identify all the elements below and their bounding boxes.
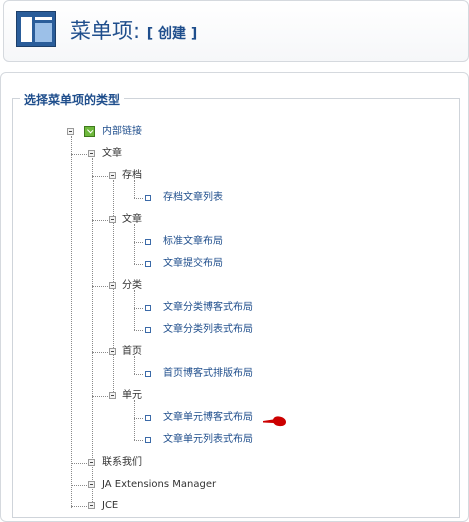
menu-manager-icon bbox=[16, 11, 56, 47]
tree-line bbox=[71, 506, 89, 507]
tree-line bbox=[92, 396, 110, 397]
collapse-toggle[interactable] bbox=[67, 128, 74, 135]
tree-line bbox=[134, 308, 143, 309]
tree-line bbox=[134, 224, 135, 264]
tree-node-ja-extensions[interactable]: JA Extensions Manager bbox=[102, 479, 216, 491]
collapse-toggle[interactable] bbox=[109, 172, 116, 179]
tree-line bbox=[71, 136, 72, 508]
page-subtitle: [ 创建 ] bbox=[146, 26, 198, 42]
tree-node-jce[interactable]: JCE bbox=[102, 500, 118, 512]
menu-type-section-list[interactable]: 文章单元列表式布局 bbox=[163, 434, 253, 446]
leaf-icon bbox=[145, 437, 151, 443]
menu-type-archive-list[interactable]: 存档文章列表 bbox=[163, 192, 223, 204]
tree-line bbox=[134, 180, 135, 198]
leaf-icon bbox=[145, 371, 151, 377]
expand-toggle[interactable] bbox=[88, 481, 95, 488]
collapse-toggle[interactable] bbox=[109, 216, 116, 223]
tree-node-internal-link[interactable]: 内部链接 bbox=[102, 126, 142, 138]
leaf-icon bbox=[145, 261, 151, 267]
leaf-icon bbox=[145, 415, 151, 421]
expanded-folder-icon bbox=[84, 126, 95, 137]
page-title: 菜单项: [ 创建 ] bbox=[70, 15, 197, 45]
tree-line bbox=[92, 286, 110, 287]
tree-node-category[interactable]: 分类 bbox=[122, 280, 142, 292]
tree-line bbox=[92, 158, 93, 508]
tree-line bbox=[71, 485, 89, 486]
tree-line bbox=[92, 220, 110, 221]
tree-node-contact[interactable]: 联系我们 bbox=[102, 457, 142, 469]
tree-line bbox=[134, 418, 143, 419]
menu-type-category-blog[interactable]: 文章分类博客式布局 bbox=[163, 302, 253, 314]
menu-type-section-blog[interactable]: 文章单元博客式布局 bbox=[163, 412, 253, 424]
collapse-toggle[interactable] bbox=[109, 348, 116, 355]
tree-line bbox=[71, 154, 89, 155]
tree-line bbox=[92, 176, 110, 177]
expand-toggle[interactable] bbox=[88, 502, 95, 509]
tree-line bbox=[134, 198, 143, 199]
collapse-toggle[interactable] bbox=[88, 150, 95, 157]
tree-node-frontpage[interactable]: 首页 bbox=[122, 346, 142, 358]
menu-type-article-submit[interactable]: 文章提交布局 bbox=[163, 258, 223, 270]
tree-node-section[interactable]: 单元 bbox=[122, 390, 142, 402]
pointing-hand-icon bbox=[263, 416, 286, 427]
expand-toggle[interactable] bbox=[88, 459, 95, 466]
fieldset-legend: 选择菜单项的类型 bbox=[20, 91, 125, 108]
menu-type-frontpage-blog[interactable]: 首页博客式排版布局 bbox=[163, 368, 253, 380]
tree-line bbox=[134, 290, 135, 330]
menu-type-category-list[interactable]: 文章分类列表式布局 bbox=[163, 324, 253, 336]
leaf-icon bbox=[145, 327, 151, 333]
tree-node-archive[interactable]: 存档 bbox=[122, 170, 142, 182]
tree-line bbox=[134, 264, 143, 265]
tree-line bbox=[134, 400, 135, 440]
tree-line bbox=[71, 463, 89, 464]
page-title-text: 菜单项: bbox=[70, 19, 141, 43]
page-header: 菜单项: [ 创建 ] bbox=[3, 0, 469, 62]
tree-line bbox=[134, 330, 143, 331]
leaf-icon bbox=[145, 305, 151, 311]
tree-line bbox=[134, 440, 143, 441]
tree-node-article[interactable]: 文章 bbox=[122, 214, 142, 226]
leaf-icon bbox=[145, 239, 151, 245]
collapse-toggle[interactable] bbox=[109, 392, 116, 399]
menu-type-article-standard[interactable]: 标准文章布局 bbox=[163, 236, 223, 248]
collapse-toggle[interactable] bbox=[109, 282, 116, 289]
tree-line bbox=[134, 374, 143, 375]
leaf-icon bbox=[145, 195, 151, 201]
tree-line bbox=[92, 352, 110, 353]
tree-line bbox=[134, 242, 143, 243]
tree-line bbox=[134, 356, 135, 374]
tree-node-articles[interactable]: 文章 bbox=[102, 148, 122, 160]
